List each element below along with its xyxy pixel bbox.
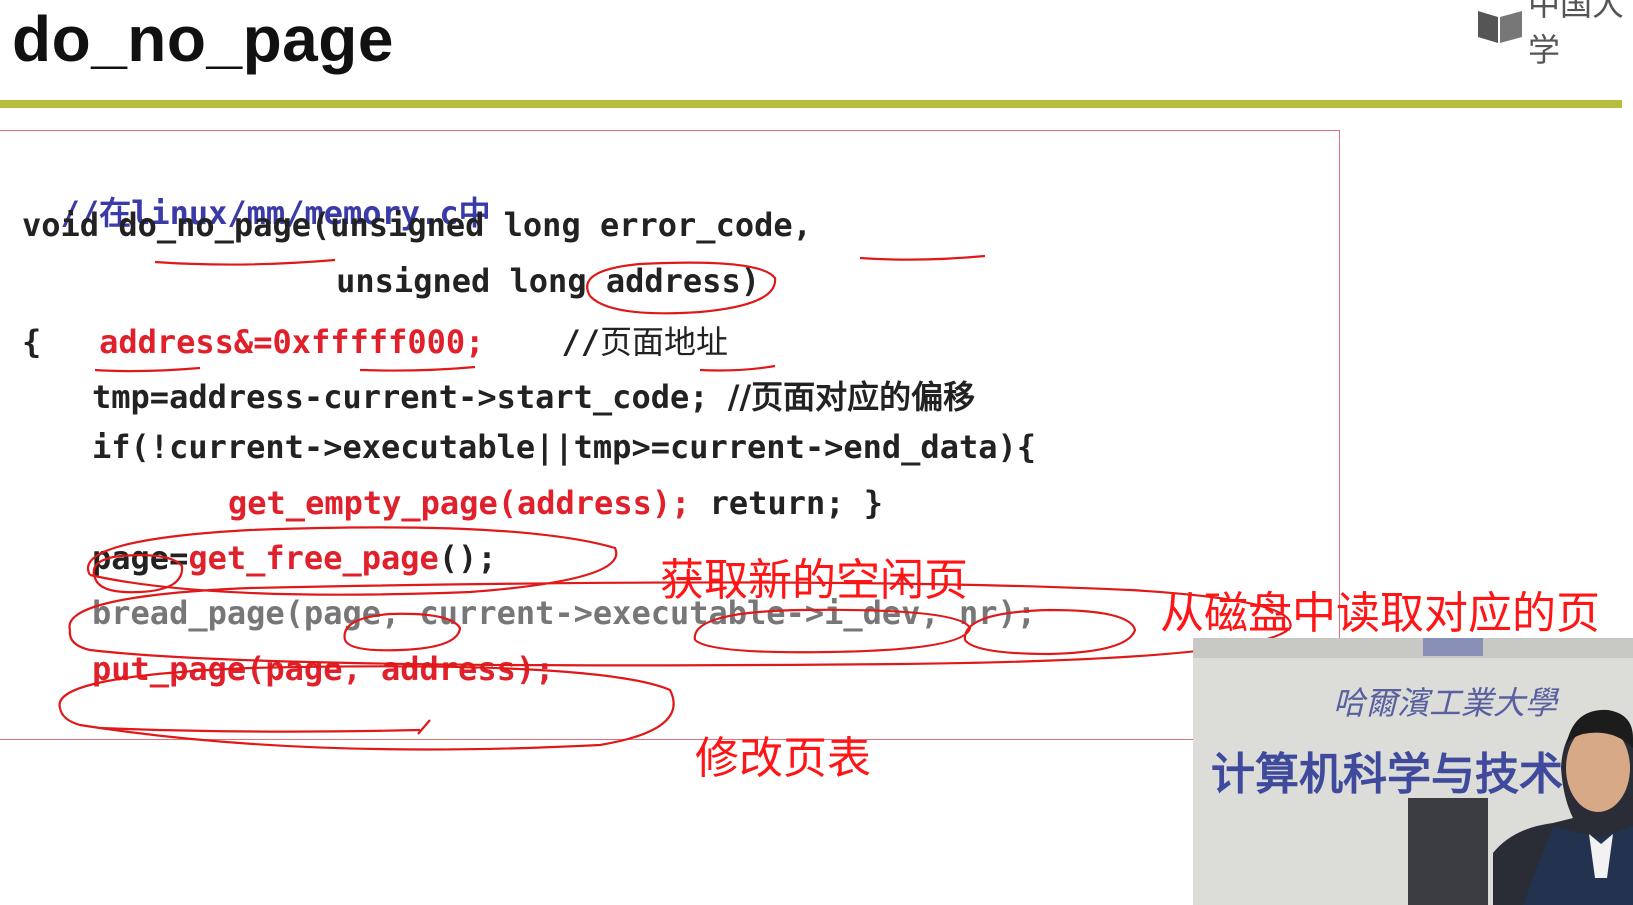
call-parens: (); [438,539,497,577]
slide-title: do_no_page [12,3,394,75]
open-brace: { [22,323,42,361]
code-line-7: page=get_free_page(); [92,539,497,577]
get-free-page-call: get_free_page [188,539,439,577]
code-line-1: void do_no_page(unsigned long error_code… [22,206,812,244]
university-name: 哈爾濱工業大學 [1333,684,1558,722]
code-line-3: { address&=0xfffff000; //页面地址 [22,317,728,363]
get-empty-page-call: get_empty_page(address); [228,484,691,522]
annotation-read-disk: 从磁盘中读取对应的页 [1160,588,1600,639]
book-icon [1476,7,1524,43]
code-line-5: if(!current->executable||tmp>=current->e… [92,428,1037,466]
lecturer-video[interactable]: 哈爾濱工業大學 计算机科学与技术 [1193,638,1633,905]
page-var: page= [92,539,189,577]
code-line-2: unsigned long address) [182,262,760,300]
department-name: 计算机科学与技术 [1211,749,1563,800]
title-divider [0,100,1622,108]
code-line-6: get_empty_page(address); return; } [228,484,883,522]
tmp-offset: tmp=address-current->start_code; [92,378,709,416]
annotation-get-free-page: 获取新的空闲页 [660,555,968,606]
annotation-modify-page-table: 修改页表 [695,733,871,784]
code-line-9: put_page(page, address); [92,650,555,688]
page-address-comment: //页面地址 [561,323,728,361]
logo-text: 中国大学 [1528,0,1625,69]
mooc-logo: 中国大学 [1476,0,1633,69]
address-mask: address&=0xfffff000; [99,323,485,361]
offset-comment: //页面对应的偏移 [727,378,976,416]
return-stmt: return; } [690,484,884,522]
code-line-4: tmp=address-current->start_code; //页面对应的… [92,372,975,418]
